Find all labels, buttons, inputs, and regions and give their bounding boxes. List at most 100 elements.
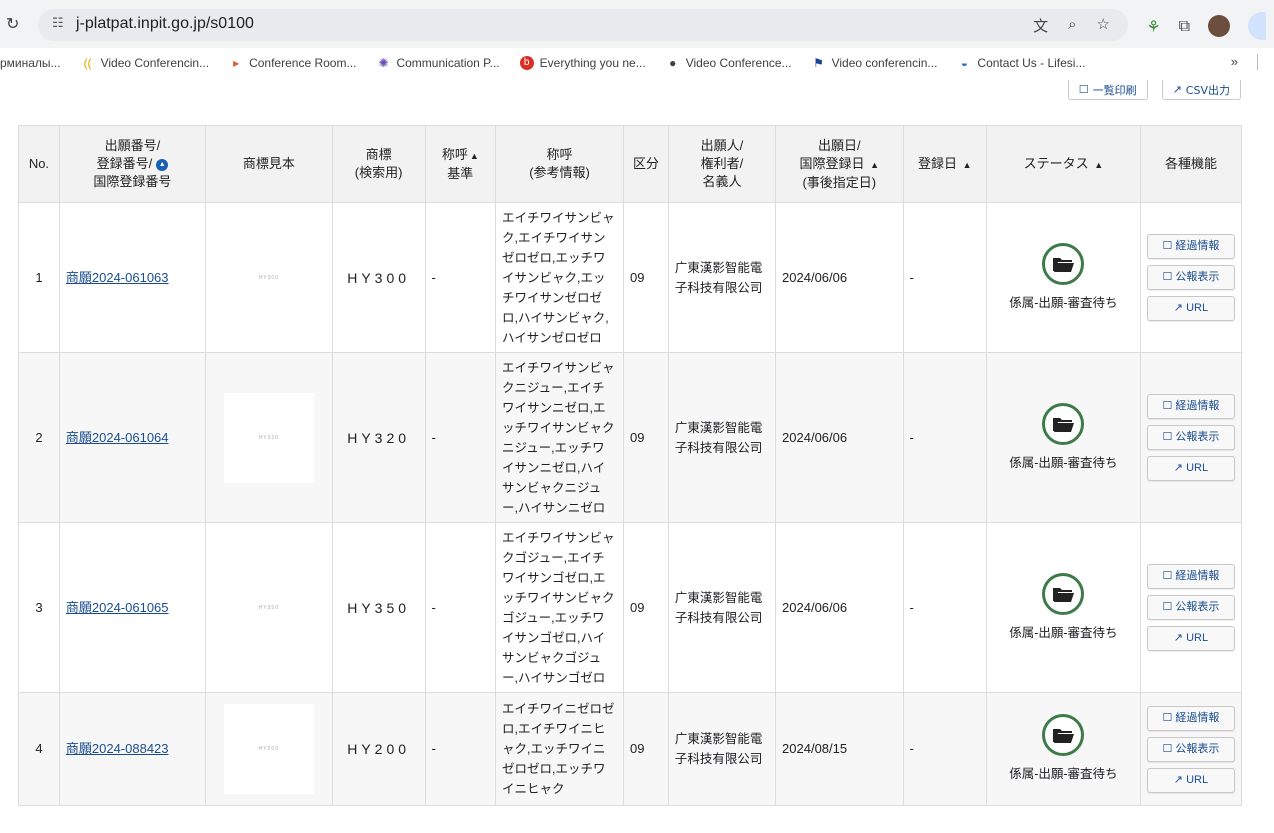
folder-open-icon xyxy=(1042,572,1085,615)
col-app-no-label-2: 登録番号/ xyxy=(96,156,153,171)
profile-avatar[interactable] xyxy=(1208,15,1230,37)
progress-info-button[interactable]: ☐ 経過情報 xyxy=(1146,234,1235,259)
zoom-icon[interactable]: ⌕ xyxy=(1068,15,1076,36)
site-settings-icon[interactable]: ☷ xyxy=(52,16,64,31)
gazette-button[interactable]: ☐ 公報表示 xyxy=(1146,425,1235,450)
csv-export-button[interactable]: ↗ CSV出力 xyxy=(1161,80,1241,100)
extension-icon[interactable]: ⚘ xyxy=(1146,17,1160,36)
app-no-link[interactable]: 商願2024-061063 xyxy=(66,270,169,285)
cell-reg-date: - xyxy=(902,352,987,523)
gazette-button[interactable]: ☐ 公報表示 xyxy=(1146,265,1235,290)
side-panel-edge[interactable] xyxy=(1248,12,1266,40)
cell-base: - xyxy=(424,692,497,806)
col-app-no-label-1: 出願番号/ xyxy=(104,138,161,153)
document-icon: ☐ xyxy=(1162,742,1173,755)
cell-reg-date: - xyxy=(902,692,987,806)
bookmark-star-icon[interactable]: ☆ xyxy=(1097,15,1110,36)
gazette-label: 公報表示 xyxy=(1175,431,1220,443)
bookmarks-bar: рминалы... ((Video Conferencin... ▸ Confe… xyxy=(0,48,1274,78)
bookmark-item[interactable]: ✺ Communication P... xyxy=(376,56,499,70)
sample-text: HY320 xyxy=(258,434,279,441)
cell-app-no: 商願2024-061065 xyxy=(58,522,206,693)
translate-icon[interactable]: 文 xyxy=(1033,15,1048,36)
bookmark-item[interactable]: рминалы... xyxy=(0,56,61,70)
progress-info-button[interactable]: ☐ 経過情報 xyxy=(1146,564,1235,589)
url-button[interactable]: ↗ URL xyxy=(1146,296,1235,321)
trademark-sample-image[interactable]: HY320 xyxy=(223,392,314,483)
col-base[interactable]: 称呼 ▲ 基準 xyxy=(424,125,497,203)
status-text: 係属-出願-審査待ち xyxy=(1009,455,1118,470)
bookmark-item[interactable]: ● Video Conference... xyxy=(666,56,791,70)
status-text: 係属-出願-審査待ち xyxy=(1009,767,1118,781)
col-reg-date[interactable]: 登録日 ▲ xyxy=(902,125,987,203)
gazette-button[interactable]: ☐ 公報表示 xyxy=(1146,595,1235,620)
col-ref-label-1: 称呼 xyxy=(546,147,573,162)
trademark-sample-image[interactable]: HY300 xyxy=(224,233,314,323)
cell-status: 係属-出願-審査待ち xyxy=(985,692,1141,806)
status-text: 係属-出願-審査待ち xyxy=(1009,295,1118,310)
url-button[interactable]: ↗ URL xyxy=(1146,626,1235,651)
cell-status: 係属-出願-審査待ち xyxy=(985,352,1141,523)
col-owner-label-1: 出願人/ xyxy=(700,138,744,153)
reload-icon[interactable]: ↻ xyxy=(6,14,19,33)
external-link-icon: ↗ xyxy=(1173,773,1184,786)
bookmark-item[interactable]: ◒ Contact Us - Lifesi... xyxy=(957,56,1086,70)
progress-info-button[interactable]: ☐ 経過情報 xyxy=(1146,705,1235,731)
col-status[interactable]: ステータス ▲ xyxy=(985,125,1141,203)
cell-reference: エイチワイニゼロゼロ,エイチワイニヒャク,エッチワイニゼロゼロ,エッチワイニヒャ… xyxy=(495,692,625,806)
lifesize-icon: ◒ xyxy=(960,56,969,70)
bookmark-item[interactable]: ⚑ Video conferencin... xyxy=(812,56,937,70)
document-icon: ☐ xyxy=(1162,271,1173,283)
col-owner-label-3: 名義人 xyxy=(702,174,742,189)
col-reg-date-label: 登録日 xyxy=(917,155,957,171)
col-app-no[interactable]: 出願番号/ 登録番号/▲ 国際登録番号 xyxy=(58,125,206,203)
bookmark-label: Communication P... xyxy=(396,56,500,70)
sort-up-icon[interactable]: ▲ xyxy=(963,160,972,170)
cell-reference: エイチワイサンビャク,エイチワイサンゼロゼロ,エッチワイサンビャク,エッチワイサ… xyxy=(495,202,625,353)
bookmarks-overflow-button[interactable]: » xyxy=(1231,54,1238,69)
gazette-button[interactable]: ☐ 公報表示 xyxy=(1146,736,1235,762)
bookmark-label: Video Conferencin... xyxy=(100,56,210,70)
flag-icon: ⚑ xyxy=(813,56,824,70)
sort-up-icon[interactable]: ▲ xyxy=(470,151,479,161)
address-bar[interactable]: ☷ j-platpat.inpit.go.jp/s0100 文 ⌕ ☆ xyxy=(38,9,1128,41)
cell-mark: HY350 xyxy=(331,522,426,693)
print-list-button[interactable]: ☐ 一覧印刷 xyxy=(1067,80,1148,100)
cell-mark: HY200 xyxy=(331,692,426,806)
col-class-label: 区分 xyxy=(632,156,659,171)
app-no-link[interactable]: 商願2024-061064 xyxy=(66,430,169,445)
col-mark: 商標 (検索用) xyxy=(331,125,426,203)
sort-active-icon[interactable]: ▲ xyxy=(156,158,169,171)
sample-text: HY200 xyxy=(258,746,279,752)
col-status-label: ステータス xyxy=(1023,155,1089,171)
progress-info-button[interactable]: ☐ 経過情報 xyxy=(1146,394,1235,419)
trademark-sample-image[interactable]: HY350 xyxy=(224,563,314,653)
sort-up-icon[interactable]: ▲ xyxy=(870,160,879,170)
sort-up-icon[interactable]: ▲ xyxy=(1094,160,1103,170)
cell-sample: HY200 xyxy=(204,692,333,806)
results-table: No. 出願番号/ 登録番号/▲ 国際登録番号 商標見本 商標 (検索用) 称呼 ▲… xyxy=(18,125,1243,806)
document-icon: ☐ xyxy=(1162,431,1173,443)
table-row: 3 商願2024-061065 HY350 HY350 - エイチワイサンビャク… xyxy=(18,522,1243,693)
cell-class: 09 xyxy=(623,202,669,353)
cell-sample: HY320 xyxy=(204,352,333,523)
col-ref-label-2: (参考情報) xyxy=(529,165,590,180)
cell-no: 1 xyxy=(18,202,60,353)
cell-date: 2024/06/06 xyxy=(775,522,904,693)
cell-sample: HY300 xyxy=(204,202,333,353)
bookmark-item[interactable]: ▸ Conference Room... xyxy=(229,56,356,70)
col-date[interactable]: 出願日/国際登録日 ▲ (事後指定日) xyxy=(775,125,904,203)
app-no-link[interactable]: 商願2024-061065 xyxy=(66,600,169,615)
cell-mark: HY320 xyxy=(331,352,426,523)
url-button[interactable]: ↗ URL xyxy=(1146,456,1235,481)
app-no-link[interactable]: 商願2024-088423 xyxy=(66,741,169,756)
extensions-puzzle-icon[interactable]: ⧉ xyxy=(1179,16,1190,36)
cell-reference: エイチワイサンビャクゴジュー,エイチワイサンゴゼロ,エッチワイサンビャクゴジュー… xyxy=(495,522,625,693)
cell-no: 4 xyxy=(18,692,60,806)
bookmark-item[interactable]: ((Video Conferencin... xyxy=(81,56,210,70)
b-icon: b xyxy=(519,56,534,70)
trademark-sample-image[interactable]: HY200 xyxy=(223,704,314,794)
col-no-label: No. xyxy=(28,156,50,171)
bookmark-item[interactable]: b Everything you ne... xyxy=(519,56,646,70)
url-button[interactable]: ↗ URL xyxy=(1146,767,1235,793)
